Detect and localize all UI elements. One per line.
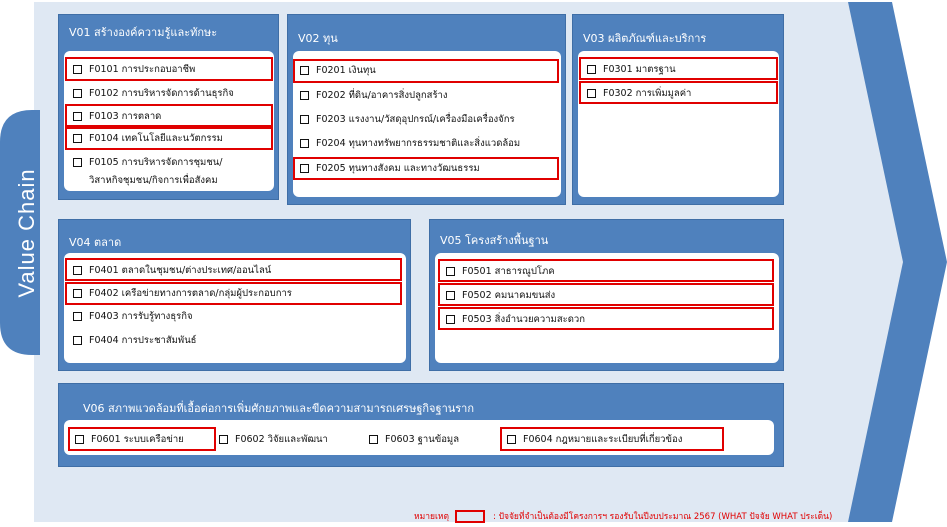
highlight-box bbox=[65, 258, 402, 281]
panel-v06-enabling-environment: V06 สภาพแวดล้อมที่เอื้อต่อการเพิ่มศักยภา… bbox=[58, 383, 784, 467]
value-chain-label: Value Chain bbox=[14, 168, 39, 298]
item-label: F0404 การประชาสัมพันธ์ bbox=[89, 334, 197, 346]
item-label: F0204 ทุนทางทรัพยากรธรรมชาติและสิ่งแวดล้… bbox=[316, 137, 521, 149]
checkbox-icon[interactable] bbox=[219, 434, 228, 444]
checkbox-item-f0202[interactable]: F0202 ที่ดิน/อาคารสิ่งปลูกสร้าง bbox=[300, 86, 448, 104]
panel-title: V03 ผลิตภัณฑ์และบริการ bbox=[583, 32, 707, 45]
highlight-box bbox=[65, 57, 273, 81]
legend-prefix: หมายเหตุ bbox=[414, 512, 449, 522]
highlight-box bbox=[65, 104, 273, 127]
panel-v01-knowledge-skills: V01 สร้างองค์ความรู้และทักษะ F0101 การปร… bbox=[58, 14, 279, 200]
highlight-box bbox=[438, 283, 774, 306]
highlight-box bbox=[293, 59, 559, 83]
item-label: F0602 วิจัยและพัฒนา bbox=[235, 433, 328, 445]
checkbox-icon[interactable] bbox=[73, 88, 82, 98]
checkbox-item-f0603[interactable]: F0603 ฐานข้อมูล bbox=[369, 430, 459, 448]
checkbox-item-f0203[interactable]: F0203 แรงงาน/วัสดุอุปกรณ์/เครื่องมือเครื… bbox=[300, 110, 515, 128]
checkbox-item-f0403[interactable]: F0403 การรับรู้ทางธุรกิจ bbox=[73, 307, 193, 325]
checkbox-icon[interactable] bbox=[369, 434, 378, 444]
checkbox-item-f0105[interactable]: F0105 การบริหารจัดการชุมชน/ bbox=[73, 153, 222, 171]
checkbox-icon[interactable] bbox=[73, 157, 82, 167]
checkbox-icon[interactable] bbox=[73, 311, 82, 321]
panel-v04-market: V04 ตลาด F0401 ตลาดในชุมชน/ต่างประเทศ/ออ… bbox=[58, 219, 411, 371]
item-label: F0102 การบริหารจัดการด้านธุรกิจ bbox=[89, 87, 234, 99]
panel-title: V05 โครงสร้างพื้นฐาน bbox=[440, 234, 549, 247]
checkbox-icon[interactable] bbox=[300, 114, 309, 124]
legend-text: : ปัจจัยที่จำเป็นต้องมีโครงการฯ รองรับใน… bbox=[493, 512, 833, 522]
panel-v03-products-services: V03 ผลิตภัณฑ์และบริการ F0301 มาตรฐาน F03… bbox=[572, 14, 784, 205]
highlight-box bbox=[438, 307, 774, 330]
item-label-continuation: วิสาหกิจชุมชน/กิจการเพื่อสังคม bbox=[89, 174, 218, 186]
panel-title: V02 ทุน bbox=[298, 32, 338, 45]
item-label: F0202 ที่ดิน/อาคารสิ่งปลูกสร้าง bbox=[316, 89, 448, 101]
item-label: F0105 การบริหารจัดการชุมชน/ bbox=[89, 156, 223, 168]
checkbox-icon[interactable] bbox=[73, 335, 82, 345]
panel-title: V01 สร้างองค์ความรู้และทักษะ bbox=[69, 26, 218, 39]
checkbox-item-f0102[interactable]: F0102 การบริหารจัดการด้านธุรกิจ bbox=[73, 84, 234, 102]
item-label: F0603 ฐานข้อมูล bbox=[385, 433, 460, 445]
item-label: F0203 แรงงาน/วัสดุอุปกรณ์/เครื่องมือเครื… bbox=[316, 113, 515, 125]
highlight-box bbox=[500, 427, 724, 451]
item-label: F0403 การรับรู้ทางธุรกิจ bbox=[89, 310, 193, 322]
highlight-box bbox=[579, 57, 778, 80]
panel-title: V04 ตลาด bbox=[69, 236, 122, 249]
highlight-box bbox=[65, 282, 402, 305]
legend-highlight-swatch bbox=[455, 509, 485, 523]
highlight-box bbox=[65, 127, 273, 150]
panel-v05-infrastructure: V05 โครงสร้างพื้นฐาน F0501 สาธารณูปโภค F… bbox=[429, 219, 784, 371]
panel-v02-capital: V02 ทุน F0201 เงินทุน F0202 ที่ดิน/อาคาร… bbox=[287, 14, 566, 205]
checkbox-item-f0404[interactable]: F0404 การประชาสัมพันธ์ bbox=[73, 331, 196, 349]
highlight-box bbox=[293, 157, 559, 180]
highlight-box bbox=[579, 81, 778, 104]
panel-title: V06 สภาพแวดล้อมที่เอื้อต่อการเพิ่มศักยภา… bbox=[83, 402, 475, 415]
legend-note: หมายเหตุ : ปัจจัยที่จำเป็นต้องมีโครงการฯ… bbox=[414, 509, 832, 523]
checkbox-icon[interactable] bbox=[300, 90, 309, 100]
highlight-box bbox=[68, 427, 216, 451]
checkbox-item-f0204[interactable]: F0204 ทุนทางทรัพยากรธรรมชาติและสิ่งแวดล้… bbox=[300, 134, 520, 152]
checkbox-icon[interactable] bbox=[300, 138, 309, 148]
highlight-box bbox=[438, 259, 774, 282]
checkbox-item-f0602[interactable]: F0602 วิจัยและพัฒนา bbox=[219, 430, 328, 448]
